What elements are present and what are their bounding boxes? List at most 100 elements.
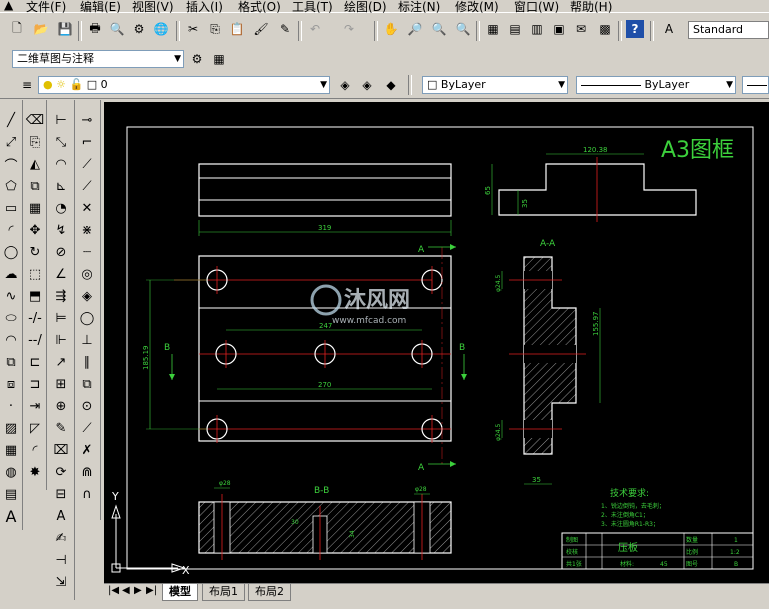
design-center-icon[interactable]: ▤ bbox=[506, 20, 524, 38]
redo-icon[interactable]: ↷ bbox=[340, 20, 358, 38]
paste-icon[interactable]: 📋 bbox=[228, 20, 246, 38]
calculator-icon[interactable]: ▩ bbox=[596, 20, 614, 38]
quick-dimension-icon[interactable]: ⇶ bbox=[51, 286, 71, 306]
snap-intersection-icon[interactable]: ✕ bbox=[77, 198, 97, 218]
make-current-layer-icon[interactable]: ◈ bbox=[336, 76, 354, 94]
point-icon[interactable]: · bbox=[1, 396, 21, 416]
save-icon[interactable]: 💾 bbox=[56, 20, 74, 38]
text-style-select[interactable]: Standard bbox=[688, 21, 769, 39]
menu-tools[interactable]: 工具(T) bbox=[292, 0, 333, 15]
open-icon[interactable]: 📂 bbox=[32, 20, 50, 38]
construction-line-icon[interactable]: ⤢ bbox=[1, 132, 21, 152]
multiline-text-icon[interactable]: A bbox=[1, 506, 21, 526]
lineweight-select[interactable] bbox=[742, 76, 769, 94]
snap-nearest-icon[interactable]: ⟋ bbox=[77, 418, 97, 438]
sheet-set-icon[interactable]: ▣ bbox=[550, 20, 568, 38]
move-icon[interactable]: ✥ bbox=[25, 220, 45, 240]
layer-manager-icon[interactable]: ≡ bbox=[18, 76, 36, 94]
cut-icon[interactable]: ✂ bbox=[184, 20, 202, 38]
tab-scroll-prev-icon[interactable]: ◀ bbox=[122, 585, 130, 596]
gradient-icon[interactable]: ▦ bbox=[1, 440, 21, 460]
arc-length-icon[interactable]: ◠ bbox=[51, 154, 71, 174]
snap-quadrant-icon[interactable]: ◈ bbox=[77, 286, 97, 306]
baseline-icon[interactable]: ⊨ bbox=[51, 308, 71, 328]
edit-text-icon[interactable]: ✍ bbox=[51, 528, 71, 548]
osnap-settings-icon[interactable]: ⋒ bbox=[77, 462, 97, 482]
make-block-icon[interactable]: ⧈ bbox=[1, 374, 21, 394]
array-icon[interactable]: ▦ bbox=[25, 198, 45, 218]
fillet-icon[interactable]: ◜ bbox=[25, 440, 45, 460]
polygon-icon[interactable]: ⬠ bbox=[1, 176, 21, 196]
help-icon[interactable]: ? bbox=[626, 20, 644, 38]
app-icon[interactable]: ▲ bbox=[4, 0, 13, 12]
menu-edit[interactable]: 编辑(E) bbox=[80, 0, 121, 15]
snap-parallel-icon[interactable]: ∥ bbox=[77, 352, 97, 372]
color-select[interactable]: □ ByLayer ▼ bbox=[422, 76, 568, 94]
copy-icon[interactable]: ⎘ bbox=[206, 20, 224, 38]
menu-modify[interactable]: 修改(M) bbox=[455, 0, 499, 15]
center-mark-icon[interactable]: ⊕ bbox=[51, 396, 71, 416]
aligned-dimension-icon[interactable]: ⤡ bbox=[51, 132, 71, 152]
justify-text-icon[interactable]: ⇲ bbox=[51, 572, 71, 592]
tab-layout2[interactable]: 布局2 bbox=[248, 584, 291, 601]
jogged-icon[interactable]: ↯ bbox=[51, 220, 71, 240]
scale-text-icon[interactable]: ⊣ bbox=[51, 550, 71, 570]
menu-dimension[interactable]: 标注(N) bbox=[398, 0, 440, 15]
snap-midpoint-icon[interactable]: ⟋ bbox=[77, 176, 97, 196]
snap-from-icon[interactable]: ⌐ bbox=[77, 132, 97, 152]
snap-apparent-intersection-icon[interactable]: ⋇ bbox=[77, 220, 97, 240]
circle-icon[interactable]: ◯ bbox=[1, 242, 21, 262]
table-icon[interactable]: ▤ bbox=[1, 484, 21, 504]
undo-icon[interactable]: ↶ bbox=[306, 20, 324, 38]
brush-icon[interactable]: 🖌 bbox=[252, 20, 270, 38]
angular-icon[interactable]: ∠ bbox=[51, 264, 71, 284]
diameter-icon[interactable]: ⊘ bbox=[51, 242, 71, 262]
etransmit-icon[interactable]: 🌐 bbox=[152, 20, 170, 38]
snap-perpendicular-icon[interactable]: ⊥ bbox=[77, 330, 97, 350]
rotate-icon[interactable]: ↻ bbox=[25, 242, 45, 262]
copy-object-icon[interactable]: ⎘ bbox=[25, 132, 45, 152]
snap-center-icon[interactable]: ◎ bbox=[77, 264, 97, 284]
revision-cloud-icon[interactable]: ☁ bbox=[1, 264, 21, 284]
scale-icon[interactable]: ⬚ bbox=[25, 264, 45, 284]
snap-endpoint-icon[interactable]: ⟋ bbox=[77, 154, 97, 174]
dimension-update-icon[interactable]: ⟳ bbox=[51, 462, 71, 482]
dimension-edit-icon[interactable]: ✎ bbox=[51, 418, 71, 438]
zoom-window-icon[interactable]: 🔍 bbox=[430, 20, 448, 38]
menu-view[interactable]: 视图(V) bbox=[132, 0, 174, 15]
stretch-icon[interactable]: ⬒ bbox=[25, 286, 45, 306]
linear-dimension-icon[interactable]: ⊢ bbox=[51, 110, 71, 130]
offset-icon[interactable]: ⧉ bbox=[25, 176, 45, 196]
snap-node-icon[interactable]: ⊙ bbox=[77, 396, 97, 416]
linetype-select[interactable]: ByLayer ▼ bbox=[576, 76, 736, 94]
tab-scroll-next-icon[interactable]: ▶ bbox=[134, 585, 142, 596]
layer-select[interactable]: ● ☼ 🔓 □ 0 ▼ bbox=[38, 76, 330, 94]
menu-window[interactable]: 窗口(W) bbox=[514, 0, 559, 15]
break-at-point-icon[interactable]: ⊏ bbox=[25, 352, 45, 372]
workspace-settings-icon[interactable]: ⚙ bbox=[188, 50, 206, 68]
menu-file[interactable]: 文件(F) bbox=[26, 0, 66, 15]
new-icon[interactable]: 🗋 bbox=[8, 20, 26, 38]
dimension-text-edit-icon[interactable]: ⌧ bbox=[51, 440, 71, 460]
trim-icon[interactable]: -/- bbox=[25, 308, 45, 328]
ordinate-icon[interactable]: ⊾ bbox=[51, 176, 71, 196]
zoom-previous-icon[interactable]: 🔍 bbox=[454, 20, 472, 38]
menu-draw[interactable]: 绘图(D) bbox=[344, 0, 387, 15]
menu-insert[interactable]: 插入(I) bbox=[186, 0, 223, 15]
erase-icon[interactable]: ⌫ bbox=[25, 110, 45, 130]
tab-model[interactable]: 模型 bbox=[162, 584, 198, 601]
radius-icon[interactable]: ◔ bbox=[51, 198, 71, 218]
rectangle-icon[interactable]: ▭ bbox=[1, 198, 21, 218]
workspace-select[interactable]: 二维草图与注释 ▼ bbox=[12, 50, 184, 68]
match-properties-icon[interactable]: ✎ bbox=[276, 20, 294, 38]
publish-icon[interactable]: ⚙ bbox=[130, 20, 148, 38]
extend-icon[interactable]: --/ bbox=[25, 330, 45, 350]
print-icon[interactable]: 🖶 bbox=[86, 20, 104, 38]
text-style-tool-icon[interactable]: A bbox=[51, 506, 71, 526]
temp-track-icon[interactable]: ⊸ bbox=[77, 110, 97, 130]
markup-icon[interactable]: ✉ bbox=[572, 20, 590, 38]
tool-palettes-icon[interactable]: ▥ bbox=[528, 20, 546, 38]
zoom-realtime-icon[interactable]: 🔎 bbox=[406, 20, 424, 38]
polyline-icon[interactable]: ⌒ bbox=[1, 154, 21, 174]
break-icon[interactable]: ⊐ bbox=[25, 374, 45, 394]
